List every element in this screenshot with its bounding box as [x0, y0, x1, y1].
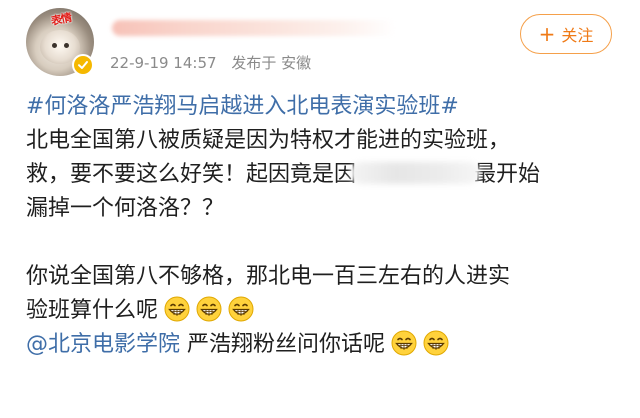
- follow-button[interactable]: + 关注: [520, 14, 612, 54]
- post-text-line: 验班算什么呢: [26, 294, 626, 328]
- verified-badge-icon: [72, 54, 94, 76]
- follow-label: 关注: [561, 26, 594, 45]
- hashtag-link[interactable]: #何洛洛严浩翔马启越进入北电表演实验班#: [26, 94, 459, 119]
- post-text-line: 北电全国第八被质疑是因为特权才能进的实验班，: [26, 128, 511, 153]
- grin-emoji-icon: [391, 330, 417, 356]
- grin-emoji-icon: [164, 296, 190, 322]
- post-text-line: 救，要不要这么好笑！起因竟是因 最开始: [26, 160, 541, 187]
- username-redacted[interactable]: [112, 20, 396, 36]
- post-content: #何洛洛严浩翔马启越进入北电表演实验班# 北电全国第八被质疑是因为特权才能进的实…: [26, 90, 626, 362]
- mention-link[interactable]: @北京电影学院: [26, 332, 180, 357]
- grin-emoji-icon: [423, 330, 449, 356]
- grin-emoji-icon: [228, 296, 254, 322]
- post-text-line: 漏掉一个何洛洛？？: [26, 196, 225, 221]
- post-meta: 22-9-19 14:57 发布于 安徽: [110, 52, 321, 73]
- redacted-text: [350, 160, 481, 186]
- post-text-line: @北京电影学院 严浩翔粉丝问你话呢: [26, 328, 626, 362]
- grin-emoji-icon: [196, 296, 222, 322]
- weibo-post: 表情 22-9-19 14:57 发布于 安徽 + 关注 #何洛洛严浩翔马启越进…: [0, 0, 640, 418]
- post-timestamp: 22-9-19 14:57: [110, 54, 217, 72]
- post-text-line: 你说全国第八不够格，那北电一百三左右的人进实: [26, 264, 511, 289]
- post-location: 发布于 安徽: [231, 54, 312, 72]
- plus-icon: +: [538, 22, 556, 46]
